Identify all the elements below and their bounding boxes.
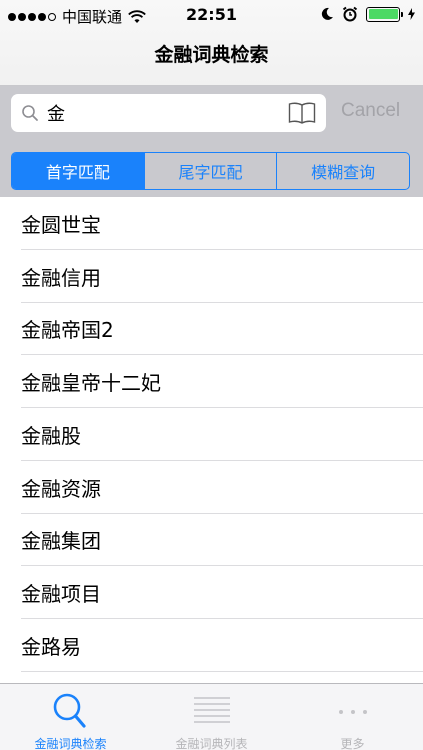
list-item[interactable]: 金融帝国2 — [0, 303, 423, 356]
search-icon — [22, 105, 38, 121]
segment-suffix-match[interactable]: 尾字匹配 — [145, 153, 278, 189]
search-area: Cancel 首字匹配 尾字匹配 模糊查询 — [0, 86, 423, 197]
top-bar: 中国联通 22:51 金融词典检索 — [0, 0, 423, 86]
battery-icon — [366, 6, 403, 22]
search-field[interactable] — [11, 94, 326, 132]
page-title: 金融词典检索 — [154, 44, 269, 66]
book-icon[interactable] — [288, 102, 316, 124]
tab-bar: 金融词典检索 金融词典列表 更多 — [0, 683, 423, 750]
tab-more[interactable]: 更多 — [282, 684, 423, 750]
list-item[interactable]: 金融资源 — [0, 461, 423, 514]
tab-label: 金融词典检索 — [34, 737, 107, 750]
cancel-button[interactable]: Cancel — [341, 100, 400, 122]
list-item[interactable]: 金圆世宝 — [0, 197, 423, 250]
list-item[interactable]: 金融信用 — [0, 250, 423, 303]
alarm-clock-icon — [342, 6, 358, 22]
list-item[interactable]: 金融股 — [0, 408, 423, 461]
tab-label: 金融词典列表 — [175, 737, 248, 750]
search-input[interactable] — [47, 98, 277, 128]
status-bar: 中国联通 22:51 — [0, 0, 423, 30]
list-icon — [193, 697, 230, 723]
list-item[interactable]: 金路易 — [0, 619, 423, 672]
list-item[interactable]: 金融项目 — [0, 566, 423, 619]
charging-bolt-icon — [408, 8, 415, 20]
segment-prefix-match[interactable]: 首字匹配 — [12, 153, 145, 189]
more-icon — [338, 710, 367, 714]
tab-label: 更多 — [340, 737, 365, 750]
tab-dictionary-list[interactable]: 金融词典列表 — [141, 684, 282, 750]
results-list: 金圆世宝 金融信用 金融帝国2 金融皇帝十二妃 金融股 金融资源 金融集团 金融… — [0, 197, 423, 672]
status-right — [320, 6, 415, 22]
tab-dictionary-search[interactable]: 金融词典检索 — [0, 684, 141, 750]
list-item[interactable]: 金融集团 — [0, 514, 423, 567]
segment-fuzzy-search[interactable]: 模糊查询 — [277, 153, 409, 189]
search-icon — [53, 693, 86, 728]
list-item[interactable]: 金融皇帝十二妃 — [0, 355, 423, 408]
moon-icon — [321, 7, 333, 20]
match-mode-segmented-control: 首字匹配 尾字匹配 模糊查询 — [11, 152, 410, 190]
